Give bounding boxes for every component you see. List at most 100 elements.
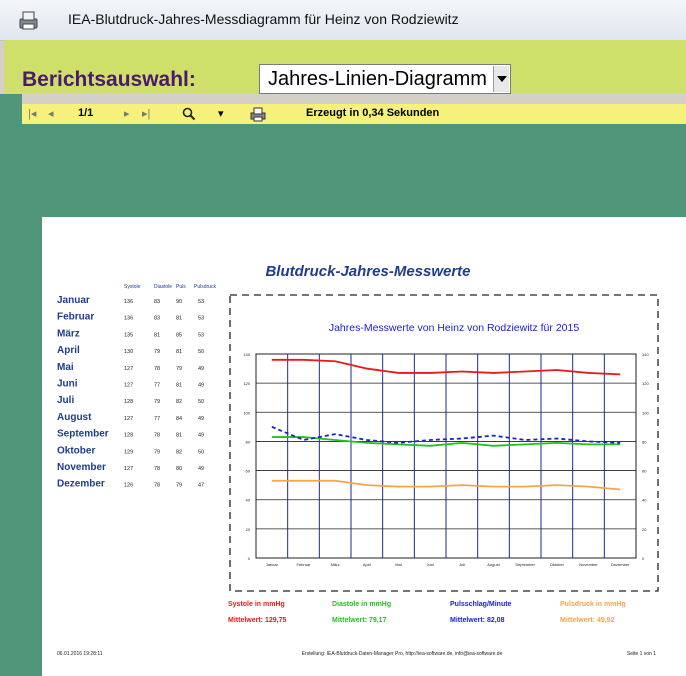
x-tick-label: November	[579, 562, 598, 567]
last-page-icon[interactable]: ▸|	[142, 107, 150, 120]
magnifier-icon[interactable]	[182, 107, 196, 121]
table-cell: 82	[176, 399, 182, 405]
table-cell: 126	[124, 483, 133, 489]
table-cell: 78	[154, 466, 160, 472]
table-cell: 50	[198, 399, 204, 405]
x-tick-label: April	[363, 562, 371, 567]
month-label: März	[57, 328, 80, 339]
table-cell: 81	[176, 349, 182, 355]
month-label: November	[57, 462, 106, 473]
table-cell: 83	[154, 316, 160, 322]
table-cell: 53	[198, 332, 204, 338]
month-label: April	[57, 345, 80, 356]
table-cell: 127	[124, 416, 133, 422]
table-cell: 129	[124, 449, 133, 455]
table-cell: 49	[198, 416, 204, 422]
report-page: Blutdruck-Jahres-Messwerte Systole Diastol…	[42, 217, 686, 676]
legend-label: Pulsdruck in mmHg	[560, 601, 626, 608]
x-tick-label: September	[515, 562, 535, 567]
report-type-select-value: Jahres-Linien-Diagramm	[268, 68, 487, 90]
y-tick-label-right: 0	[642, 556, 645, 561]
table-cell: 127	[124, 366, 133, 372]
legend-mean: Mittelwert: 129,75	[228, 617, 286, 624]
table-cell: 49	[198, 433, 204, 439]
report-title: Blutdruck-Jahres-Messwerte	[265, 263, 470, 280]
previous-page-icon[interactable]: ◂	[48, 107, 54, 120]
table-cell: 128	[124, 399, 133, 405]
printer-icon[interactable]	[250, 106, 266, 122]
table-cell: 78	[154, 433, 160, 439]
y-tick-label-right: 100	[642, 410, 649, 415]
table-cell: 82	[176, 449, 182, 455]
legend-mean: Mittelwert: 82,08	[450, 617, 505, 624]
table-header: Diastole	[154, 284, 172, 290]
table-cell: 50	[198, 449, 204, 455]
table-cell: 49	[198, 366, 204, 372]
footer-date: 06.01.2016 19:28:11	[57, 651, 103, 657]
month-label: Februar	[57, 312, 94, 323]
y-tick-label-left: 100	[243, 410, 250, 415]
legend-mean: Mittelwert: 79,17	[332, 617, 387, 624]
legend-label: Systole in mmHg	[228, 601, 285, 608]
y-tick-label-left: 20	[246, 527, 251, 532]
x-tick-label: Oktober	[550, 562, 565, 567]
table-cell: 53	[198, 316, 204, 322]
chevron-down-icon[interactable]	[493, 66, 509, 92]
table-cell: 79	[176, 483, 182, 489]
table-cell: 77	[154, 383, 160, 389]
table-cell: 81	[176, 383, 182, 389]
table-cell: 136	[124, 316, 133, 322]
footer-creator: Erstellung: IEA-Blutdruck-Daten-Manager …	[302, 651, 503, 657]
table-cell: 53	[198, 299, 204, 305]
table-cell: 90	[176, 299, 182, 305]
next-page-icon[interactable]: ▸	[124, 107, 130, 120]
month-label: August	[57, 412, 92, 423]
month-label: Oktober	[57, 445, 95, 456]
y-tick-label-left: 60	[246, 469, 251, 474]
table-header: Pulsdruck	[194, 284, 216, 290]
report-selection-bar: Berichtsauswahl: Jahres-Linien-Diagramm	[4, 40, 686, 94]
viewer-toolbar: |◂ ◂ 1/1 ▸ ▸| ▾ Erzeugt in 0,34 Sekunden	[22, 104, 686, 124]
y-tick-label-right: 120	[642, 381, 649, 386]
left-frame	[0, 94, 22, 676]
month-label: Januar	[57, 295, 90, 306]
table-cell: 78	[154, 366, 160, 372]
report-page-canvas: Blutdruck-Jahres-Messwerte Systole Diastol…	[57, 263, 659, 657]
y-tick-label-left: 80	[246, 439, 251, 444]
table-cell: 130	[124, 349, 133, 355]
table-cell: 49	[198, 466, 204, 472]
legend-label: Diastole in mmHg	[332, 601, 391, 608]
table-cell: 78	[154, 483, 160, 489]
table-cell: 79	[154, 449, 160, 455]
table-cell: 81	[154, 332, 160, 338]
first-page-icon[interactable]: |◂	[28, 107, 36, 120]
y-tick-label-right: 140	[642, 352, 649, 357]
app-icon	[19, 11, 38, 30]
x-tick-label: Januar	[266, 562, 279, 567]
y-tick-label-left: 120	[243, 381, 250, 386]
table-cell: 79	[154, 399, 160, 405]
y-tick-label-right: 80	[642, 439, 647, 444]
y-tick-label-right: 20	[642, 527, 647, 532]
table-cell: 135	[124, 332, 133, 338]
table-cell: 136	[124, 299, 133, 305]
month-label: September	[57, 429, 109, 440]
window-titlebar: IEA-Blutdruck-Jahres-Messdiagramm für He…	[0, 0, 686, 41]
table-cell: 49	[198, 383, 204, 389]
table-cell: 80	[176, 466, 182, 472]
table-cell: 127	[124, 383, 133, 389]
y-tick-label-left: 40	[246, 498, 251, 503]
table-header: Puls	[176, 284, 186, 290]
table-cell: 79	[176, 366, 182, 372]
month-label: Dezember	[57, 479, 105, 490]
zoom-dropdown-icon[interactable]: ▾	[218, 107, 224, 120]
render-status: Erzeugt in 0,34 Sekunden	[306, 107, 440, 119]
x-tick-label: Juli	[459, 562, 465, 567]
report-type-select[interactable]: Jahres-Linien-Diagramm	[259, 64, 511, 94]
month-label: Juni	[57, 379, 78, 390]
legend-mean: Mittelwert: 49,92	[560, 617, 615, 624]
table-cell: 50	[198, 349, 204, 355]
y-tick-label-right: 40	[642, 498, 647, 503]
chart-title: Jahres-Messwerte von Heinz von Rodziewit…	[329, 322, 580, 334]
page-indicator: 1/1	[78, 107, 94, 119]
